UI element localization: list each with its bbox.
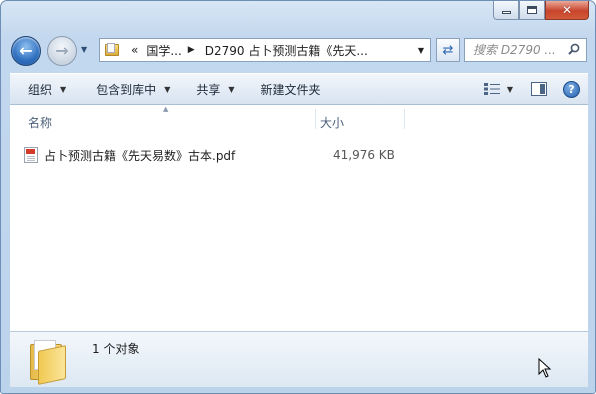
view-dropdown-icon[interactable]: ▼ <box>507 85 513 94</box>
file-list[interactable]: ▲ 名称 大小 占卜预测古籍《先天易数》古本.pdf 41,976 KB <box>10 105 588 331</box>
close-button[interactable]: ✕ <box>545 1 589 20</box>
new-folder-label: 新建文件夹 <box>260 82 321 97</box>
command-bar: 组织 ▼ 包含到库中 ▼ 共享 ▼ 新建文件夹 ▼ ? <box>10 73 588 105</box>
help-icon[interactable]: ? <box>563 80 580 98</box>
toolbar-right: ▼ ? <box>483 74 588 104</box>
column-size[interactable]: 大小 <box>320 114 344 131</box>
column-header: ▲ 名称 大小 <box>10 105 588 131</box>
navigation-bar: ← → ▼ « 国学... ▶ D2790 占卜预测古籍《先天... ▼ ⇄ <box>9 35 587 66</box>
column-divider[interactable] <box>404 109 405 129</box>
close-icon: ✕ <box>561 3 573 17</box>
include-in-library-label: 包含到库中 <box>96 82 157 97</box>
file-size: 41,976 KB <box>333 148 395 162</box>
maximize-icon <box>527 6 537 14</box>
pdf-icon <box>24 147 38 163</box>
back-button[interactable]: ← <box>11 36 41 66</box>
share-menu[interactable]: 共享 ▼ <box>186 74 244 104</box>
file-name: 占卜预测古籍《先天易数》古本.pdf <box>44 148 236 163</box>
breadcrumb-item[interactable]: 国学... <box>146 42 181 59</box>
column-divider[interactable] <box>315 109 316 129</box>
folder-icon <box>105 43 121 57</box>
explorer-window: ✕ ← → ▼ « 国学... ▶ D2790 占卜预测古籍《先天... ▼ ⇄… <box>0 0 596 394</box>
chevron-down-icon: ▼ <box>228 84 235 94</box>
minimize-icon <box>501 11 511 14</box>
breadcrumb-overflow[interactable]: « <box>131 43 138 57</box>
item-count: 1 个对象 <box>92 342 140 356</box>
mouse-cursor-icon <box>538 358 552 378</box>
forward-button[interactable]: → <box>47 36 77 66</box>
back-arrow-icon: ← <box>19 41 33 60</box>
chevron-down-icon: ▼ <box>164 84 171 94</box>
search-icon[interactable] <box>568 43 580 55</box>
minimize-button[interactable] <box>493 1 519 20</box>
refresh-button[interactable]: ⇄ <box>436 38 460 62</box>
recent-pages-dropdown[interactable]: ▼ <box>81 45 91 55</box>
maximize-button[interactable] <box>519 1 545 20</box>
address-bar[interactable]: « 国学... ▶ D2790 占卜预测古籍《先天... ▼ <box>99 38 431 62</box>
details-pane: 1 个对象 <box>10 331 588 387</box>
column-name[interactable]: 名称 <box>28 114 52 131</box>
include-in-library-menu[interactable]: 包含到库中 ▼ <box>86 74 180 104</box>
view-options-icon[interactable] <box>483 82 501 96</box>
preview-pane-icon[interactable] <box>531 82 547 96</box>
breadcrumb-item[interactable]: D2790 占卜预测古籍《先天... <box>205 42 368 59</box>
new-folder-button[interactable]: 新建文件夹 <box>251 74 331 104</box>
forward-arrow-icon: → <box>55 41 69 60</box>
share-label: 共享 <box>196 82 221 97</box>
address-dropdown-icon[interactable]: ▼ <box>418 46 424 55</box>
refresh-icon: ⇄ <box>442 42 454 58</box>
chevron-down-icon: ▼ <box>60 84 67 94</box>
chevron-right-icon[interactable]: ▶ <box>188 45 195 55</box>
organize-menu[interactable]: 组织 ▼ <box>10 74 76 104</box>
sort-arrow-icon: ▲ <box>163 105 169 113</box>
search-box[interactable] <box>464 38 587 62</box>
search-input[interactable] <box>473 43 569 57</box>
organize-label: 组织 <box>28 82 53 97</box>
file-row[interactable]: 占卜预测古籍《先天易数》古本.pdf 41,976 KB <box>24 145 409 165</box>
window-controls: ✕ <box>493 1 589 21</box>
folder-icon <box>28 338 72 385</box>
